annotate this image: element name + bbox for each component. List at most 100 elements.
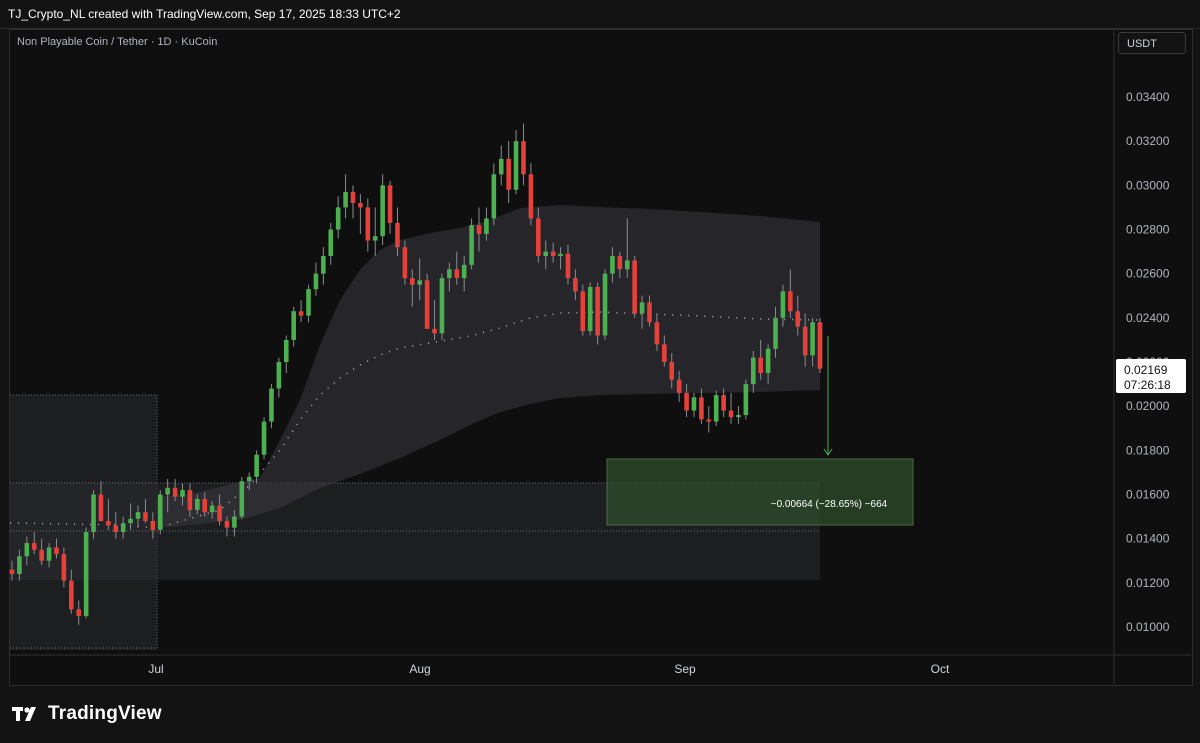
candle — [269, 384, 274, 429]
candle — [91, 490, 96, 539]
candle — [313, 262, 319, 296]
candle — [506, 141, 511, 203]
candle-body — [580, 291, 586, 332]
candle-body — [528, 174, 534, 219]
candle-body — [713, 395, 719, 422]
candle — [580, 284, 586, 336]
candle — [358, 194, 363, 234]
candle-body — [587, 286, 593, 332]
candle-body — [180, 490, 185, 497]
tradingview-logo[interactable]: TradingView — [12, 702, 162, 726]
candle — [521, 123, 526, 186]
candle-body — [187, 490, 193, 510]
price-tick-label: 0.01600 — [1126, 488, 1170, 502]
candle-body — [113, 525, 119, 533]
candle-body — [143, 512, 148, 521]
candle-body — [321, 256, 326, 274]
candle-body — [409, 278, 415, 285]
candle-body — [54, 547, 59, 555]
time-tick-label: Sep — [674, 662, 696, 676]
price-tick-label: 0.02600 — [1126, 267, 1170, 281]
candle — [513, 130, 519, 195]
candle — [498, 145, 504, 186]
candle — [335, 196, 341, 239]
candle-body — [573, 278, 578, 292]
time-tick-label: Jul — [148, 662, 163, 676]
candle-body — [461, 264, 467, 279]
candle-body — [728, 410, 734, 418]
candle-body — [498, 158, 504, 175]
price-chart[interactable]: 0.03400 0.03200 0.03000 0.02800 0.02600 0.024… — [0, 0, 1200, 743]
candle-body — [283, 339, 289, 362]
candle-body — [624, 260, 630, 270]
candle — [157, 490, 163, 535]
candle — [387, 180, 393, 234]
candle-body — [669, 362, 675, 380]
candle-body — [76, 609, 82, 616]
candle-body — [424, 280, 430, 329]
candle — [743, 379, 749, 420]
candle-body — [157, 494, 163, 530]
candle-body — [358, 203, 363, 208]
time-tick-label: Aug — [409, 662, 430, 676]
candle-body — [617, 256, 623, 270]
candle — [343, 174, 348, 219]
candle-body — [758, 357, 763, 374]
candle-body — [306, 289, 311, 316]
candle — [602, 269, 608, 340]
candle — [261, 417, 267, 460]
candle-body — [239, 481, 245, 517]
candle-body — [447, 269, 452, 279]
candle-body — [662, 344, 667, 362]
candle-body — [788, 291, 793, 312]
candle-body — [172, 487, 178, 497]
candle-body — [380, 185, 385, 237]
candle-body — [454, 269, 460, 279]
candle-body — [439, 278, 445, 334]
candle-body — [780, 291, 786, 318]
candle — [721, 388, 726, 418]
candle — [439, 273, 445, 340]
candle-body — [350, 191, 356, 203]
candle-body — [150, 521, 156, 530]
candle-body — [17, 556, 22, 574]
candle-body — [31, 543, 37, 550]
candle-body — [773, 317, 778, 349]
candle — [298, 300, 304, 323]
candle-body — [691, 397, 697, 411]
candle — [380, 174, 385, 245]
candle — [713, 390, 719, 427]
candle-body — [120, 523, 126, 533]
candle-body — [699, 397, 704, 420]
candle — [350, 185, 356, 219]
candle-body — [387, 185, 393, 223]
candle — [736, 406, 741, 424]
price-tick-label: 0.01200 — [1126, 576, 1170, 590]
candle-body — [543, 251, 549, 256]
candle-body — [165, 487, 170, 495]
measure-label: −0.00664 (−28.65%) −664 — [771, 499, 888, 510]
candle — [528, 163, 534, 226]
candle-body — [602, 273, 608, 336]
candle-body — [565, 253, 571, 279]
candle-body — [91, 494, 96, 533]
candle-body — [684, 392, 689, 411]
candle-body — [795, 311, 801, 327]
candle-body — [335, 207, 341, 230]
symbol-title[interactable]: Non Playable Coin / Tether · 1D · KuCoin — [17, 36, 217, 48]
candle-body — [9, 569, 15, 574]
price-tick-label: 0.01800 — [1126, 443, 1170, 457]
currency-selector[interactable]: USDT — [1118, 32, 1186, 54]
candle-body — [536, 218, 541, 256]
candle-body — [276, 362, 282, 389]
candle-body — [69, 580, 74, 610]
candle-body — [817, 322, 823, 369]
candle-body — [328, 229, 334, 256]
candle-body — [595, 286, 600, 336]
candle — [587, 282, 593, 336]
candle-body — [802, 326, 808, 356]
price-tick-label: 0.02000 — [1126, 399, 1170, 413]
candle-body — [298, 311, 304, 316]
candle-body — [98, 494, 104, 521]
candle-body — [721, 395, 726, 411]
